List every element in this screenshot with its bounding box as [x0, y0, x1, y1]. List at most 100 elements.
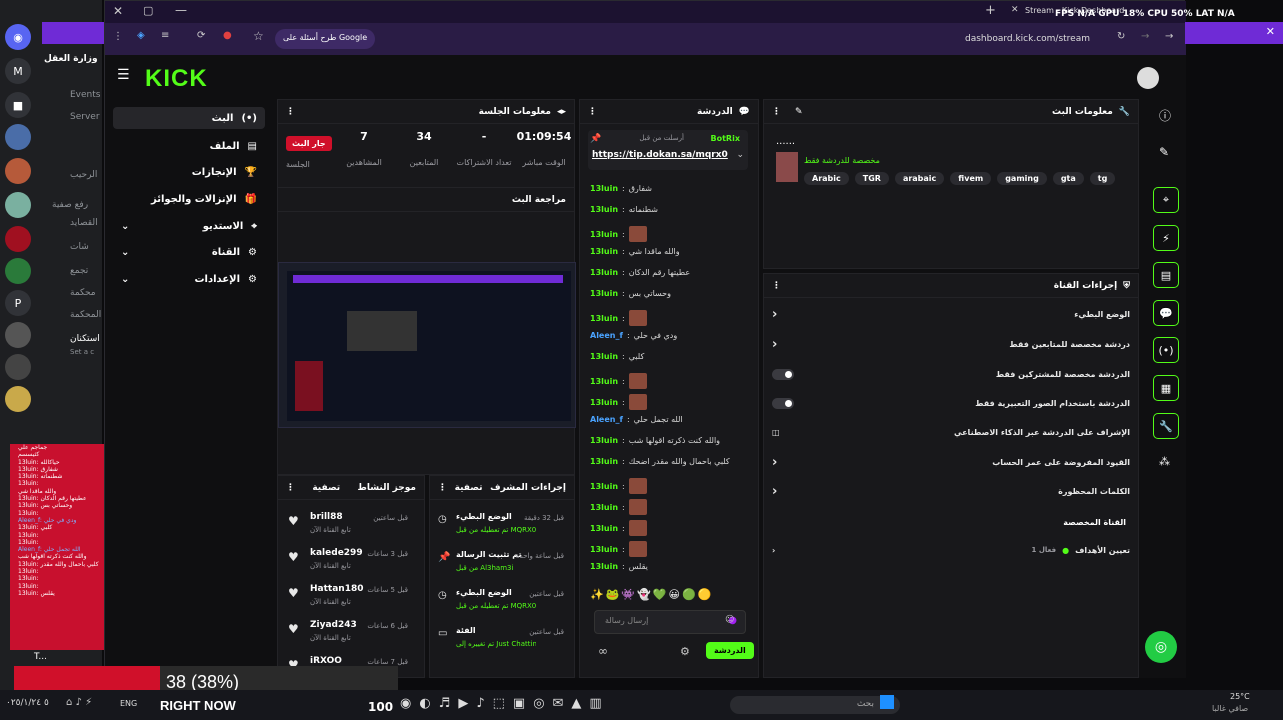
more-icon[interactable]: ⋮ [438, 483, 447, 493]
menu-dots-icon[interactable]: ⋮ [113, 31, 123, 42]
plugins-icon[interactable]: ⁂ [1159, 455, 1170, 468]
server-icon-avatar[interactable] [5, 322, 31, 348]
google-ask-pill[interactable]: طرح أسئلة على Google [275, 29, 376, 49]
chat-username[interactable]: 13luin [590, 289, 618, 298]
server-icon-p[interactable]: P [5, 290, 31, 316]
chat-message[interactable]: 13luin: يقلس [590, 562, 648, 571]
discord-category[interactable]: رفع صفية [52, 200, 88, 210]
tag-pill[interactable]: gta [1052, 172, 1084, 185]
toggle-switch[interactable] [772, 397, 794, 409]
chat-username[interactable]: 13luin [590, 184, 618, 193]
avatar[interactable] [1137, 67, 1159, 89]
server-icon-blue[interactable]: ■ [5, 92, 31, 118]
sidebar-item[interactable]: الإنجازات 🏆 [113, 161, 265, 183]
chat-message[interactable]: 13luin: والله ماقدا شي [590, 247, 680, 256]
more-icon[interactable]: ⋮ [772, 107, 781, 117]
server-icon-avatar[interactable] [5, 124, 31, 150]
sidebar-item[interactable]: ⌄ الاستديو ⌖ [113, 215, 265, 237]
chat-message[interactable]: 13luin: [590, 541, 647, 557]
extension-icon[interactable]: ◈ [137, 30, 145, 41]
more-icon[interactable]: ⋮ [286, 483, 295, 493]
more-icon[interactable]: ⋮ [588, 107, 597, 117]
channel-setting-row[interactable]: الدردشة مخصصة للمشتركين فقط [772, 364, 1130, 384]
new-tab-icon[interactable]: + [985, 3, 996, 18]
pinned-link[interactable]: https://tip.dokan.sa/mqrx0 [592, 150, 728, 160]
chat-username[interactable]: 13luin [590, 436, 618, 445]
more-icon[interactable]: ⋮ [772, 281, 781, 291]
hamburger-icon[interactable]: ☰ [117, 67, 130, 83]
chat-username[interactable]: 13luin [590, 457, 618, 466]
tag-pill[interactable]: gaming [997, 172, 1047, 185]
chat-username[interactable]: 13luin [590, 247, 618, 256]
extension-icon[interactable]: ● [223, 30, 232, 41]
chat-message[interactable]: 13luin: عطيتها رقم الدكان [590, 268, 690, 277]
chat-username[interactable]: 13luin [590, 268, 618, 277]
discord-channel[interactable]: القصايد [70, 218, 98, 228]
pencil-icon[interactable]: ✎ [1159, 145, 1169, 159]
chat-message[interactable]: 13luin: [590, 520, 647, 536]
chat-message[interactable]: 13luin: [590, 373, 647, 389]
chat-username[interactable]: 13luin [590, 524, 618, 533]
activity-item[interactable]: ♥ kalede299 تابع القناة الآن قبل 3 ساعات [288, 546, 416, 580]
extension-icon[interactable]: ⟳ [197, 30, 205, 41]
chat-username[interactable]: 13luin [590, 314, 618, 323]
target-icon[interactable]: ⌖ [1153, 187, 1179, 213]
tag-pill[interactable]: Arabic [804, 172, 849, 185]
discord-home-icon[interactable]: ◉ [5, 24, 31, 50]
chat-message[interactable]: Aleen_f: الله تجمل حلي [590, 415, 683, 424]
sidebar-item[interactable]: ⌄ القناة ⚙ [113, 241, 265, 263]
chat-username[interactable]: 13luin [590, 205, 618, 214]
chat-message[interactable]: 13luin: كلبي [590, 352, 644, 361]
chat-username[interactable]: 13luin [590, 562, 618, 571]
chat-message[interactable]: 13luin: كلبي باحمال والله مقدر اضحك [590, 457, 730, 466]
stream-preview-video[interactable] [278, 262, 576, 428]
close-tab-icon[interactable]: ✕ [1011, 5, 1019, 15]
chat-username[interactable]: 13luin [590, 377, 618, 386]
windows-start-icon[interactable] [880, 695, 894, 709]
sidebar-item[interactable]: الملف ▤ [113, 135, 265, 157]
server-icon-avatar[interactable] [5, 354, 31, 380]
activity-item[interactable]: ♥ brill88 تابع القناة الآن قبل ساعتين [288, 510, 416, 544]
server-icon-m[interactable]: M [5, 58, 31, 84]
chat-username[interactable]: Aleen_f [590, 331, 623, 340]
chat-message[interactable]: 13luin: [590, 394, 647, 410]
tag-pill[interactable]: fivem [950, 172, 992, 185]
close-icon[interactable]: ✕ [1266, 25, 1275, 38]
moderation-item[interactable]: ◷ الوضع البطيء تم تعطيله من قبل MQRX0 قبل 3… [438, 510, 566, 544]
chat-message[interactable]: 13luin: شطنماته [590, 205, 658, 214]
maximize-icon[interactable]: ▢ [143, 4, 153, 17]
channel-setting-row[interactable]: › الوضع البطيء [772, 304, 1130, 324]
chat-username[interactable]: 13luin [590, 482, 618, 491]
back-icon[interactable]: → [1165, 31, 1173, 42]
discord-channel[interactable]: محكمة [70, 288, 96, 298]
activity-item[interactable]: ♥ Ziyad243 تابع القناة الآن قبل 6 ساعات [288, 618, 416, 652]
server-icon-avatar[interactable] [5, 192, 31, 218]
sidebar-item[interactable]: الإنزالات والجوائز 🎁 [113, 188, 265, 210]
discord-channel[interactable]: شات [70, 242, 89, 252]
edit-icon[interactable]: ✎ [795, 107, 803, 117]
chat-username[interactable]: 13luin [590, 503, 618, 512]
sidebar-item[interactable]: البث (•) [113, 107, 265, 129]
more-icon[interactable]: ⋮ [286, 107, 295, 117]
discord-channel[interactable]: Server [70, 112, 100, 122]
discord-channel[interactable]: Events [70, 90, 100, 100]
chat-message[interactable]: 13luin: [590, 310, 647, 326]
taskbar-apps[interactable]: ◉◐♬▶♪⬚▣◎✉▲▥ [400, 696, 610, 711]
category-name[interactable]: مخصصة للدردشة فقط [804, 156, 880, 165]
chevron-down-icon[interactable]: ⌄ [736, 150, 744, 160]
channel-setting-row[interactable]: › دردشة مخصصة للمتابعين فقط [772, 334, 1130, 354]
help-chat-icon[interactable]: ◎ [1145, 631, 1177, 663]
chat-message[interactable]: 13luin: شفارق [590, 184, 652, 193]
chat-username[interactable]: 13luin [590, 545, 618, 554]
chat-username[interactable]: 13luin [590, 352, 618, 361]
discord-channel[interactable]: المحكمة [70, 310, 101, 320]
tray-icons[interactable]: ⌂ ♪ ⚡ [66, 697, 92, 708]
close-icon[interactable]: ✕ [113, 4, 123, 18]
moderation-item[interactable]: ▭ الفئة تم تغييره إلى Just Chatting من قبل… [438, 624, 566, 658]
moderation-filter[interactable]: تصفية [455, 483, 483, 493]
tag-pill[interactable]: TGR [854, 172, 889, 185]
server-icon-avatar[interactable] [5, 226, 31, 252]
document-icon[interactable]: ▤ [1153, 262, 1179, 288]
chat-username[interactable]: 13luin [590, 398, 618, 407]
chat-username[interactable]: 13luin [590, 230, 618, 239]
